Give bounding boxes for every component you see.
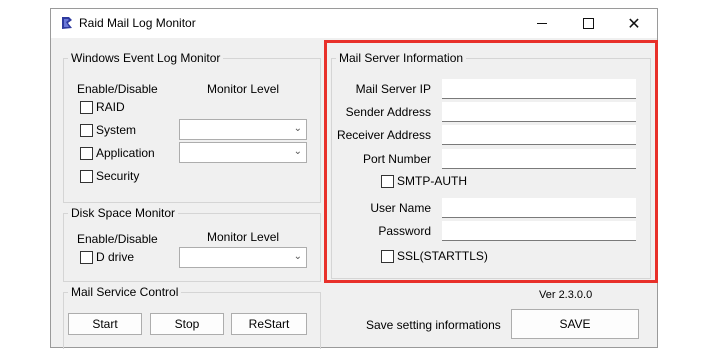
event-log-legend: Windows Event Log Monitor — [71, 51, 221, 65]
application-checkbox[interactable] — [80, 147, 93, 160]
minimize-button[interactable] — [519, 9, 565, 38]
smtp-auth-label: SMTP-AUTH — [397, 174, 467, 188]
close-button[interactable]: ✕ — [611, 9, 657, 38]
maximize-icon — [582, 18, 594, 29]
ssl-starttls-checkbox[interactable] — [381, 250, 394, 263]
receiver-address-label: Receiver Address — [336, 128, 431, 142]
system-checkbox[interactable] — [80, 124, 93, 137]
password-label: Password — [378, 224, 431, 238]
title-bar: Raid Mail Log Monitor ✕ — [51, 9, 657, 38]
application-label: Application — [96, 146, 155, 160]
app-window: Raid Mail Log Monitor ✕ Windows Event Lo… — [50, 8, 658, 349]
port-number-input[interactable] — [442, 149, 636, 169]
application-level-select[interactable]: ⌄ — [179, 142, 307, 163]
mail-service-legend: Mail Service Control — [71, 285, 179, 299]
smtp-auth-checkbox[interactable] — [381, 175, 394, 188]
system-label: System — [96, 123, 137, 137]
event-enable-header: Enable/Disable — [77, 82, 158, 96]
user-name-input[interactable] — [442, 198, 636, 218]
d-drive-checkbox[interactable] — [80, 251, 93, 264]
save-button[interactable]: SAVE — [511, 309, 639, 339]
mail-server-legend: Mail Server Information — [339, 51, 464, 65]
version-label: Ver 2.3.0.0 — [539, 289, 593, 301]
event-level-header: Monitor Level — [207, 82, 280, 96]
stop-button[interactable]: Stop — [150, 313, 224, 335]
security-checkbox[interactable] — [80, 170, 93, 183]
d-drive-label: D drive — [96, 250, 135, 264]
save-hint-label: Save setting informations — [366, 318, 501, 332]
sender-address-label: Sender Address — [345, 105, 431, 119]
sender-address-input[interactable] — [442, 102, 636, 122]
disk-enable-header: Enable/Disable — [77, 232, 158, 246]
close-icon: ✕ — [627, 15, 641, 33]
raid-checkbox[interactable] — [80, 101, 93, 114]
app-logo-icon — [62, 17, 72, 29]
mail-server-ip-label: Mail Server IP — [355, 82, 431, 96]
d-drive-level-select[interactable]: ⌄ — [179, 247, 307, 268]
chevron-down-icon: ⌄ — [293, 251, 302, 262]
password-input[interactable] — [442, 221, 636, 241]
system-level-select[interactable]: ⌄ — [179, 119, 307, 140]
start-button[interactable]: Start — [68, 313, 142, 335]
window-title: Raid Mail Log Monitor — [79, 16, 196, 30]
user-name-label: User Name — [370, 201, 431, 215]
receiver-address-input[interactable] — [442, 125, 636, 145]
mail-server-ip-input[interactable] — [442, 79, 636, 99]
minimize-icon — [537, 23, 547, 24]
disk-space-legend: Disk Space Monitor — [71, 206, 176, 220]
maximize-button[interactable] — [565, 9, 611, 38]
disk-level-header: Monitor Level — [207, 230, 280, 244]
security-label: Security — [96, 169, 140, 183]
raid-label: RAID — [96, 100, 125, 114]
ssl-starttls-label: SSL(STARTTLS) — [397, 249, 488, 263]
restart-button[interactable]: ReStart — [231, 313, 307, 335]
port-number-label: Port Number — [362, 152, 431, 166]
